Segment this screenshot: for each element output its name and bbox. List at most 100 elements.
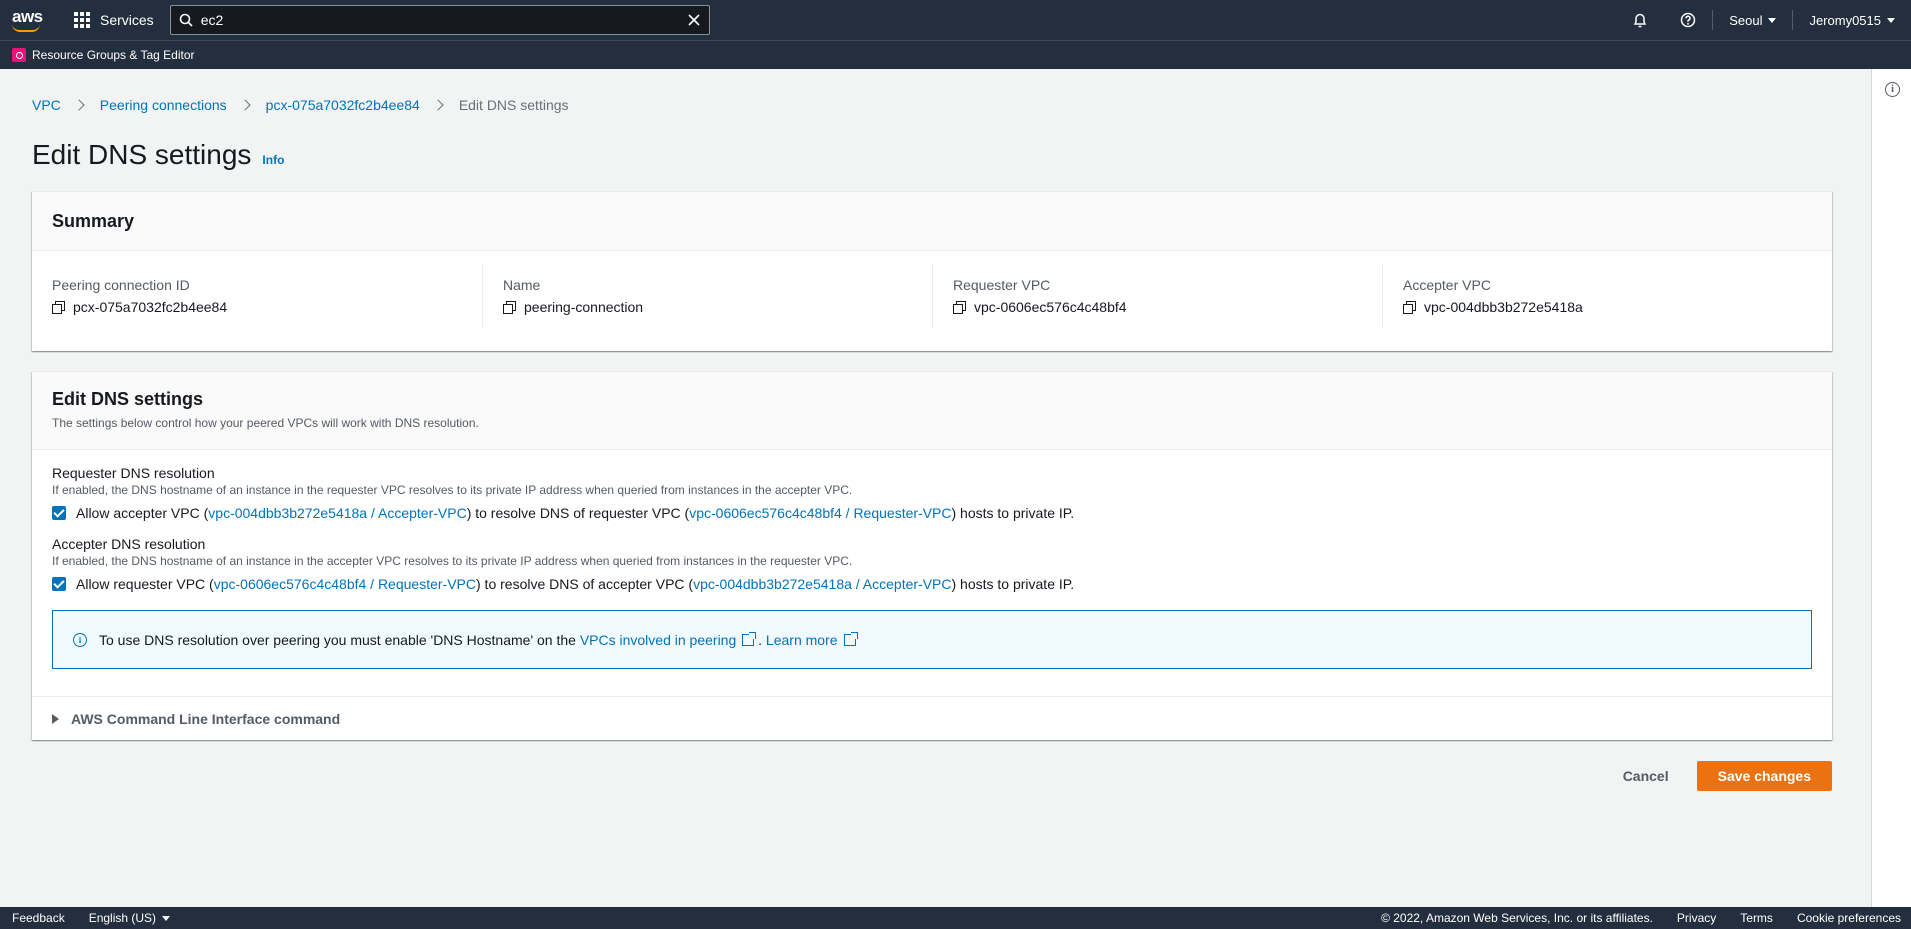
requester-vpc-link[interactable]: vpc-0606ec576c4c48bf4 / Requester-VPC [214, 576, 476, 592]
field-value-text: peering-connection [524, 299, 644, 315]
chevron-right-icon [239, 99, 251, 111]
summary-field-accepter-vpc: Accepter VPC vpc-004dbb3b272e5418a [1382, 265, 1832, 327]
favorites-bar: Resource Groups & Tag Editor [0, 40, 1911, 69]
terms-link[interactable]: Terms [1740, 911, 1773, 925]
summary-title: Summary [52, 210, 135, 231]
dns-settings-description: The settings below control how your peer… [52, 416, 479, 430]
search-box [169, 5, 710, 35]
dns-settings-title: Edit DNS settings [52, 389, 204, 409]
accepter-dns-option: Accepter DNS resolution If enabled, the … [52, 536, 1812, 592]
page-header: Edit DNS settings Info [32, 139, 284, 171]
accepter-dns-checkbox-row: Allow requester VPC ( vpc-0606ec576c4c48… [52, 576, 1812, 592]
notifications-bell-icon[interactable] [1616, 0, 1664, 40]
cli-command-label: AWS Command Line Interface command [71, 711, 341, 727]
chevron-down-icon [1887, 17, 1895, 23]
dns-settings-header: Edit DNS settings The settings below con… [32, 372, 1832, 450]
requester-dns-checkbox-row: Allow accepter VPC ( vpc-004dbb3b272e541… [52, 505, 1812, 521]
external-link-icon [843, 631, 858, 646]
top-navigation: aws Services Seoul Jeromy0515 [0, 0, 1911, 40]
breadcrumb: VPC Peering connections pcx-075a7032fc2b… [32, 97, 569, 113]
field-label: Requester VPC [953, 277, 1051, 293]
breadcrumb-current: Edit DNS settings [458, 97, 569, 113]
vpcs-involved-link[interactable]: VPCs involved in peering [580, 632, 736, 648]
cli-command-expander[interactable]: AWS Command Line Interface command [32, 696, 1832, 741]
requester-dns-option: Requester DNS resolution If enabled, the… [52, 465, 1812, 521]
field-label: Peering connection ID [52, 277, 190, 293]
info-panel-toggle-icon[interactable]: i [1885, 82, 1900, 97]
alert-text: To use DNS resolution over peering you m… [99, 631, 576, 648]
help-icon[interactable] [1664, 0, 1712, 40]
checkbox-text: ) hosts to private IP. [951, 505, 1075, 521]
form-actions: Cancel Save changes [1603, 761, 1832, 791]
privacy-link[interactable]: Privacy [1677, 911, 1716, 925]
accepter-vpc-link[interactable]: vpc-004dbb3b272e5418a / Accepter-VPC [693, 576, 951, 592]
accepter-dns-description: If enabled, the DNS hostname of an insta… [52, 554, 853, 568]
resource-groups-link[interactable]: Resource Groups & Tag Editor [32, 48, 195, 62]
field-value: vpc-004dbb3b272e5418a [1403, 299, 1812, 315]
copy-icon[interactable] [1403, 301, 1416, 314]
requester-dns-checkbox[interactable] [52, 506, 66, 520]
copyright-text: © 2022, Amazon Web Services, Inc. or its… [1381, 911, 1653, 925]
search-input[interactable] [200, 12, 679, 28]
services-label: Services [100, 12, 154, 28]
aws-logo-smile [12, 24, 40, 32]
account-label: Jeromy0515 [1809, 12, 1881, 28]
checkbox-text: ) to resolve DNS of requester VPC ( [466, 505, 690, 521]
info-link[interactable]: Info [262, 153, 284, 167]
field-value: pcx-075a7032fc2b4ee84 [52, 299, 462, 315]
field-value: vpc-0606ec576c4c48bf4 [953, 299, 1362, 315]
breadcrumb-peering-connections[interactable]: Peering connections [100, 97, 227, 113]
requester-dns-title: Requester DNS resolution [52, 465, 215, 481]
accepter-dns-checkbox[interactable] [52, 577, 66, 591]
resource-groups-icon [12, 48, 26, 62]
language-selector[interactable]: English (US) [88, 911, 171, 925]
field-value: peering-connection [503, 299, 912, 315]
breadcrumb-vpc[interactable]: VPC [32, 97, 61, 113]
field-label: Accepter VPC [1403, 277, 1491, 293]
dns-settings-body: Requester DNS resolution If enabled, the… [32, 450, 1832, 669]
cancel-button[interactable]: Cancel [1603, 761, 1689, 791]
region-label: Seoul [1729, 12, 1763, 28]
summary-field-requester-vpc: Requester VPC vpc-0606ec576c4c48bf4 [932, 265, 1382, 327]
copy-icon[interactable] [953, 301, 966, 314]
footer: Feedback English (US) © 2022, Amazon Web… [0, 907, 1911, 929]
summary-panel: Summary Peering connection ID pcx-075a70… [32, 191, 1832, 351]
tools-panel-rail: i [1871, 69, 1911, 907]
accepter-vpc-link[interactable]: vpc-004dbb3b272e5418a / Accepter-VPC [208, 505, 466, 521]
field-value-text: pcx-075a7032fc2b4ee84 [73, 299, 228, 315]
checkbox-text: ) hosts to private IP. [951, 576, 1075, 592]
chevron-down-icon [1768, 17, 1777, 23]
field-label: Name [503, 277, 541, 293]
page-title: Edit DNS settings [32, 139, 252, 170]
feedback-link[interactable]: Feedback [12, 911, 65, 925]
learn-more-link[interactable]: Learn more [766, 632, 838, 648]
requester-vpc-link[interactable]: vpc-0606ec576c4c48bf4 / Requester-VPC [689, 505, 951, 521]
summary-field-peering-id: Peering connection ID pcx-075a7032fc2b4e… [32, 265, 482, 327]
field-value-text: vpc-0606ec576c4c48bf4 [974, 299, 1127, 315]
nav-right-group: Seoul Jeromy0515 [1616, 0, 1911, 40]
chevron-down-icon [162, 915, 171, 921]
summary-field-name: Name peering-connection [482, 265, 932, 327]
clear-search-icon[interactable] [679, 6, 709, 34]
info-circle-icon: i [73, 632, 87, 647]
external-link-icon [742, 631, 757, 646]
summary-fields: Peering connection ID pcx-075a7032fc2b4e… [32, 251, 1832, 327]
services-menu-button[interactable]: Services [74, 0, 154, 40]
language-label: English (US) [88, 911, 157, 925]
save-changes-button[interactable]: Save changes [1696, 761, 1832, 791]
region-menu[interactable]: Seoul [1713, 0, 1792, 40]
info-alert: i To use DNS resolution over peering you… [52, 610, 1812, 669]
checkbox-text: Allow requester VPC ( [76, 576, 214, 592]
summary-header: Summary [32, 192, 1832, 251]
copy-icon[interactable] [52, 301, 65, 314]
alert-separator: . [758, 631, 763, 648]
accepter-dns-title: Accepter DNS resolution [52, 536, 206, 552]
aws-logo[interactable]: aws [10, 6, 48, 34]
copy-icon[interactable] [503, 301, 516, 314]
caret-right-icon [52, 714, 59, 724]
account-menu[interactable]: Jeromy0515 [1793, 0, 1911, 40]
cookie-preferences-link[interactable]: Cookie preferences [1797, 911, 1901, 925]
requester-dns-description: If enabled, the DNS hostname of an insta… [52, 483, 853, 497]
breadcrumb-peering-id[interactable]: pcx-075a7032fc2b4ee84 [266, 97, 420, 113]
checkbox-text: ) to resolve DNS of accepter VPC ( [476, 576, 694, 592]
